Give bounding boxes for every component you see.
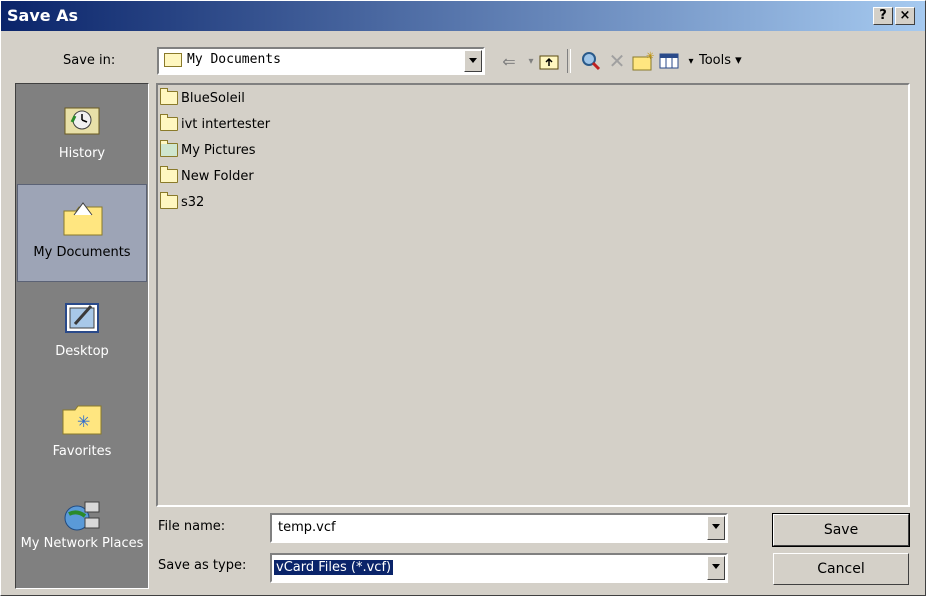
folder-icon [160,88,178,105]
save-in-dropdown-button[interactable] [464,50,482,72]
folder-icon [160,114,178,131]
network-places-icon [64,501,100,531]
save-in-value: My Documents [187,52,281,67]
title-bar[interactable]: Save As ? × [1,1,925,31]
svg-text:✳: ✳ [646,51,654,62]
favorites-icon: ✳ [62,405,102,435]
help-button[interactable]: ? [873,7,893,25]
svg-text:✳: ✳ [77,412,90,431]
cancel-button[interactable]: Cancel [773,553,909,585]
list-item[interactable]: BlueSoleil [160,87,245,109]
file-name-field[interactable]: temp.vcf [270,513,728,543]
place-favorites[interactable]: ✳ Favorites [17,384,147,482]
tools-menu[interactable]: Tools ▾ [699,53,742,68]
my-documents-icon [164,53,182,67]
list-item[interactable]: New Folder [160,165,254,187]
history-icon [64,107,100,135]
save-in-dropdown[interactable]: My Documents [157,47,485,75]
file-name-dropdown-button[interactable] [707,516,725,540]
save-as-type-label: Save as type: [158,558,247,573]
file-list[interactable]: BlueSoleil ivt intertester My Pictures N… [156,83,910,507]
desktop-icon [65,303,99,333]
close-button[interactable]: × [895,7,915,25]
place-label: Favorites [52,444,112,459]
up-folder-icon[interactable] [537,49,561,73]
folder-icon [160,192,178,209]
views-icon[interactable] [657,49,681,73]
back-icon[interactable]: ⇐ [497,49,521,73]
place-history[interactable]: History [17,86,147,184]
file-name-label: File name: [158,519,226,534]
my-documents-icon [63,202,103,236]
save-in-label: Save in: [63,53,116,68]
save-as-type-dropdown-button[interactable] [707,556,725,580]
search-web-icon[interactable] [579,49,603,73]
new-folder-icon[interactable]: ✳ [631,49,655,73]
delete-icon[interactable]: ✕ [605,49,629,73]
list-item[interactable]: My Pictures [160,139,256,161]
place-label: History [58,146,106,161]
place-label: Desktop [55,344,109,359]
folder-icon [160,166,178,183]
place-my-documents[interactable]: My Documents [17,184,147,282]
pictures-folder-icon [160,140,178,157]
list-item[interactable]: s32 [160,191,204,213]
places-bar: History My Documents Desktop ✳ Favorites… [15,83,149,589]
place-label: My Documents [33,245,131,260]
save-button[interactable]: Save [772,513,910,547]
list-item[interactable]: ivt intertester [160,113,270,135]
save-as-dialog: Save As ? × Save in: My Documents ⇐ ▾ ✕ … [0,0,926,596]
file-name-value: temp.vcf [278,520,336,535]
save-as-type-value: vCard Files (*.vcf) [274,560,394,575]
save-as-type-dropdown[interactable]: vCard Files (*.vcf) [270,553,728,583]
place-network[interactable]: My Network Places [17,484,147,582]
place-label: My Network Places [20,536,144,551]
toolbar-separator [567,49,571,73]
window-title: Save As [7,6,79,25]
place-desktop[interactable]: Desktop [17,284,147,382]
